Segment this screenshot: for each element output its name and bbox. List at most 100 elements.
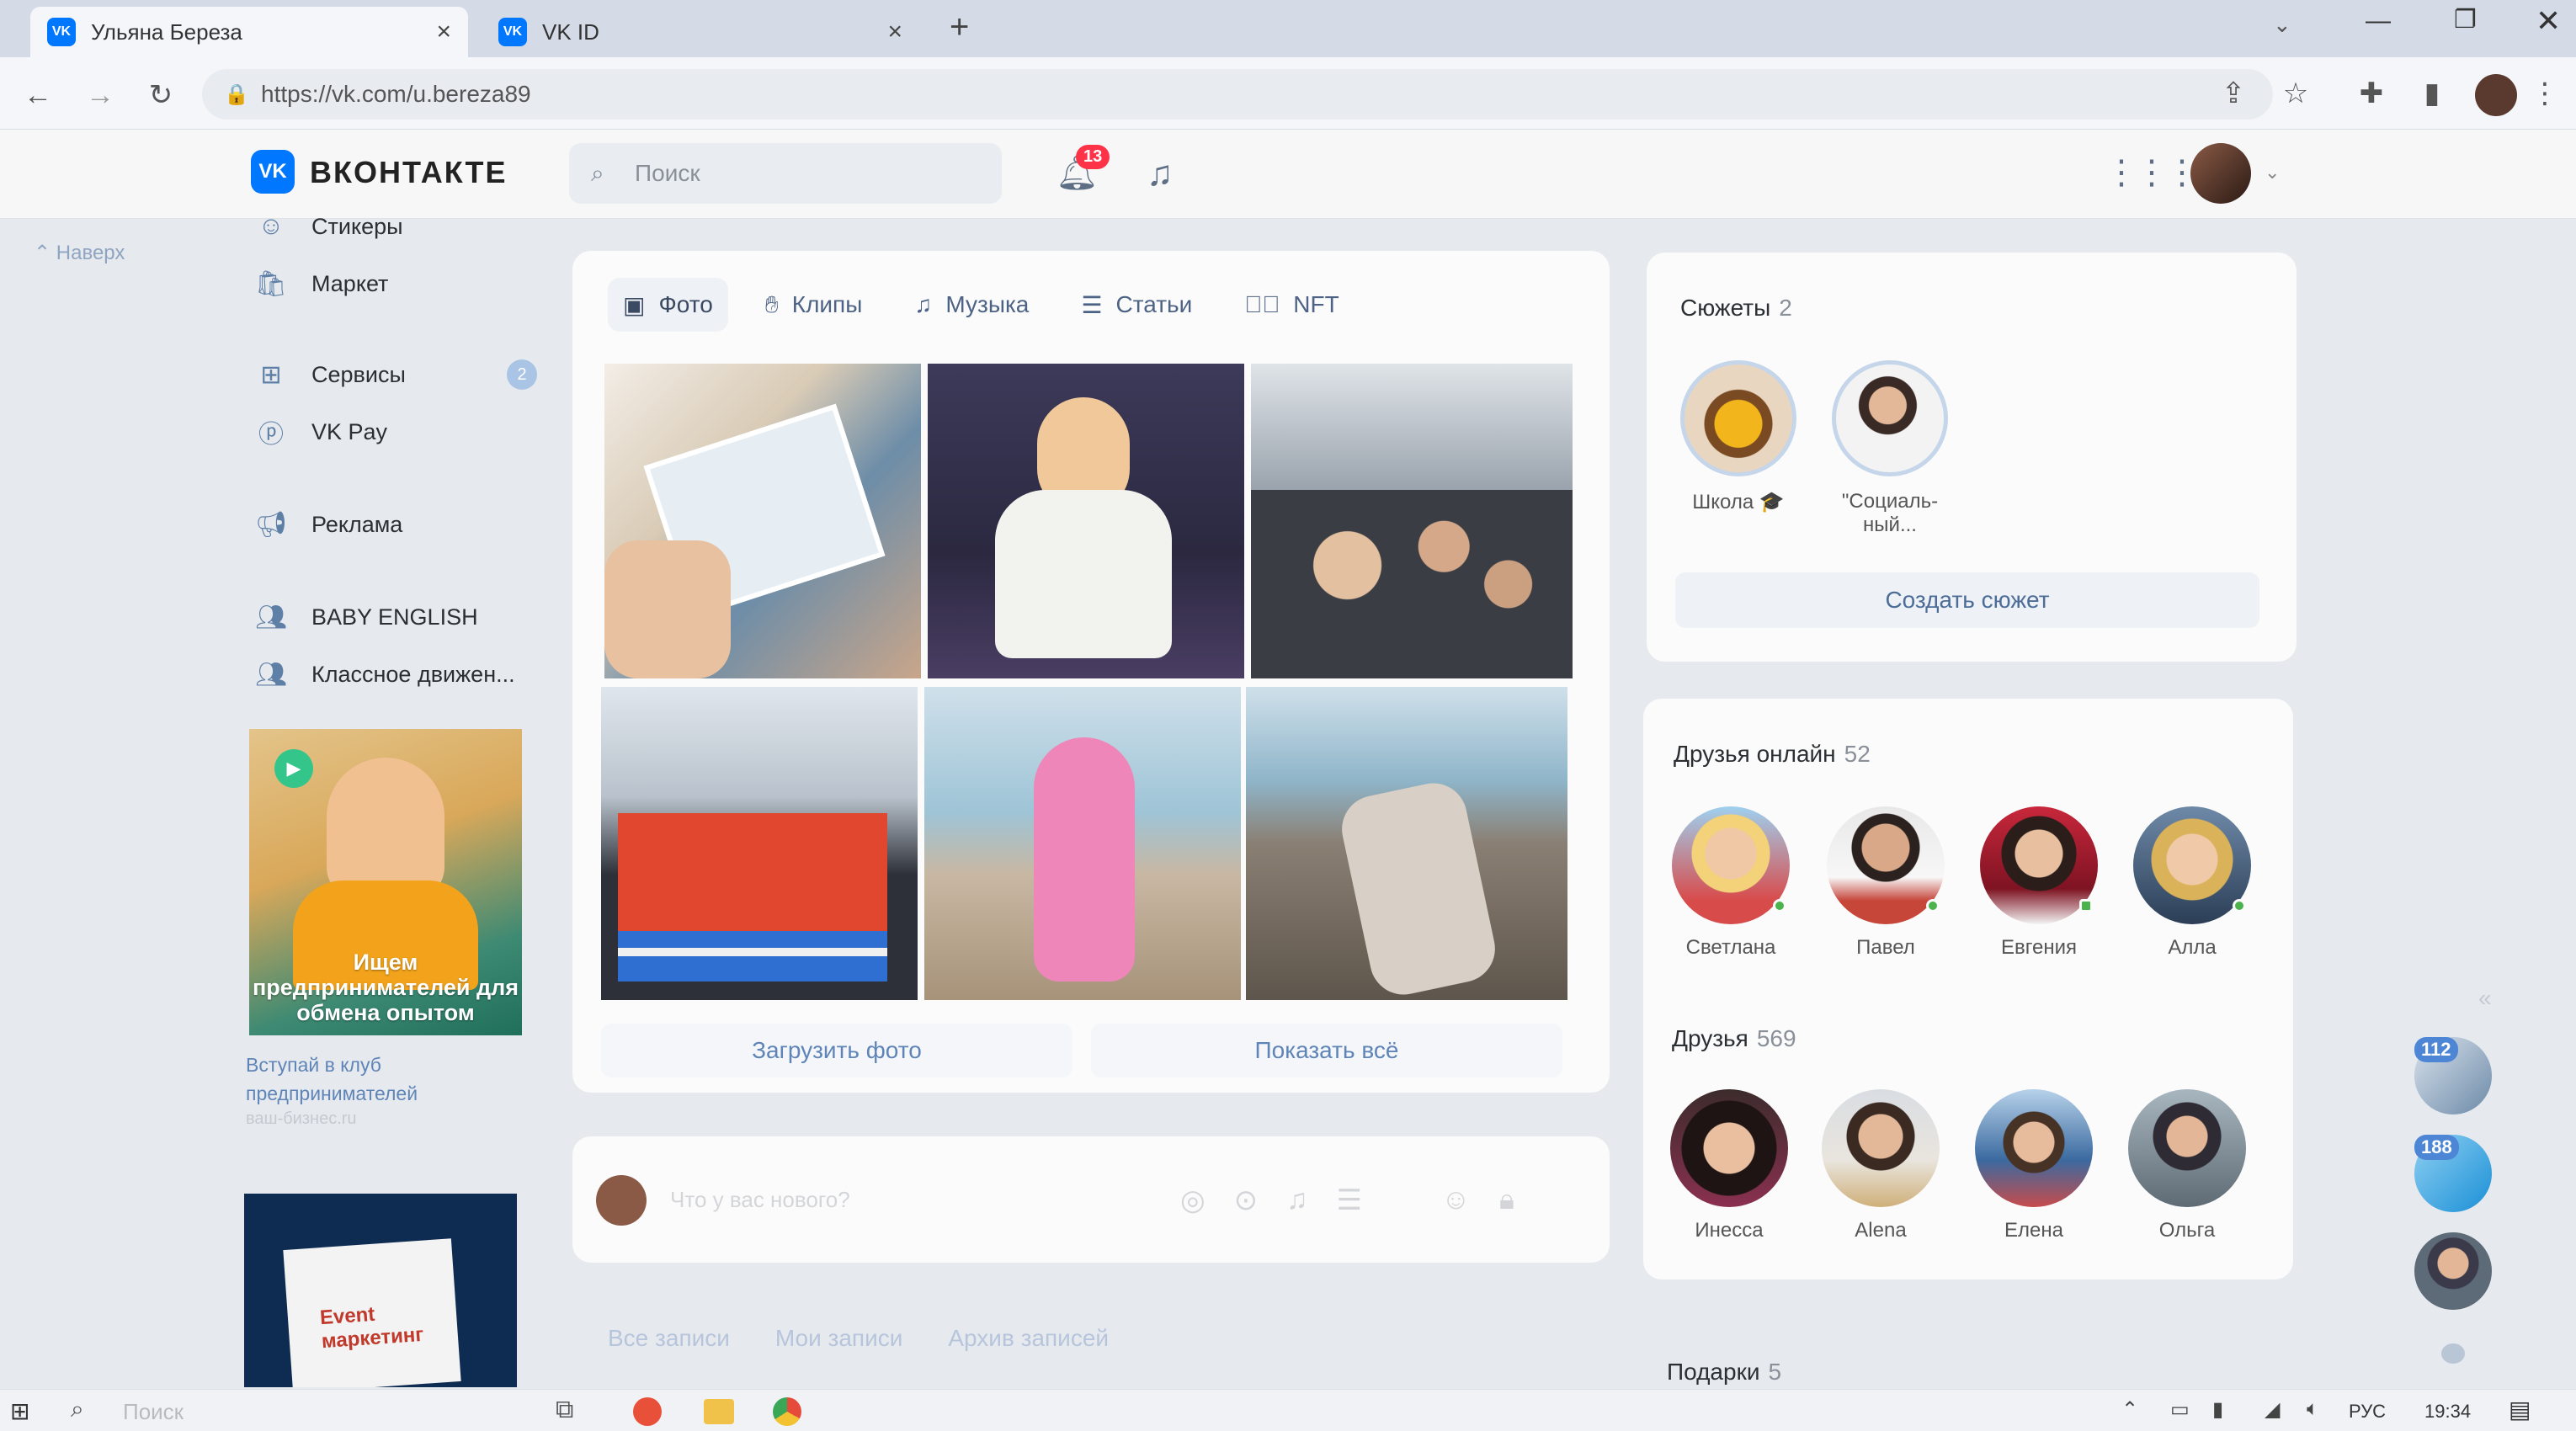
apps-grid-icon[interactable]: ⋮⋮⋮ bbox=[2105, 153, 2199, 192]
promo-domain[interactable]: ваш-бизнес.ru bbox=[246, 1109, 357, 1129]
friend-avatar[interactable] bbox=[1822, 1089, 1940, 1207]
wifi-icon[interactable]: ◢ bbox=[2265, 1397, 2280, 1422]
sidebar-item-klassnoe[interactable]: 👥︎ Классное движен... bbox=[253, 653, 556, 695]
share-icon[interactable]: ⇪ bbox=[2211, 71, 2256, 116]
search-input[interactable]: ⌕ Поиск bbox=[569, 143, 1002, 204]
yandex-browser-icon[interactable] bbox=[633, 1397, 662, 1426]
browser-tab-vkid[interactable]: VK VK ID × bbox=[482, 7, 919, 57]
sidebar-item-stickers[interactable]: ☺ Стикеры bbox=[253, 205, 556, 247]
battery-icon[interactable]: ▮ bbox=[2212, 1397, 2223, 1422]
friend-name[interactable]: Alena bbox=[1813, 1219, 1948, 1242]
photo-tabs: ▣ Фото ✋︎ Клипы ♫ Музыка ☰ Статьи ✓⃝ NFT bbox=[608, 278, 1355, 332]
chat-bubble[interactable] bbox=[2414, 1232, 2492, 1310]
music-icon[interactable]: ♫ bbox=[1286, 1184, 1308, 1217]
keyboard-language[interactable]: РУС bbox=[2349, 1401, 2386, 1423]
video-icon[interactable]: ⊙ bbox=[1234, 1184, 1259, 1217]
smile-icon[interactable]: ☺ bbox=[1441, 1184, 1471, 1217]
tab-archive[interactable]: Архив записей bbox=[948, 1325, 1109, 1352]
vk-logo-text[interactable]: ВКОНТАКТЕ bbox=[310, 155, 508, 190]
vk-logo-icon[interactable]: VK bbox=[251, 150, 295, 194]
friend-name[interactable]: Светлана bbox=[1663, 936, 1798, 960]
friends-online-title[interactable]: Друзья онлайн 52 bbox=[1674, 741, 1871, 768]
tab-clips[interactable]: ✋︎ Клипы bbox=[750, 278, 878, 332]
lock-icon[interactable]: 🔒︎ bbox=[1499, 1184, 1514, 1217]
friend-name[interactable]: Алла bbox=[2125, 936, 2259, 960]
close-tab-icon[interactable]: × bbox=[887, 18, 902, 46]
camera-icon[interactable]: ◎ bbox=[1180, 1184, 1206, 1217]
friend-avatar[interactable] bbox=[1975, 1089, 2093, 1207]
photo-tile-plane-group[interactable] bbox=[1251, 364, 1573, 678]
friend-name[interactable]: Евгения bbox=[1972, 936, 2106, 960]
profile-avatar[interactable] bbox=[2475, 74, 2517, 116]
article-icon[interactable]: ☰ bbox=[1337, 1184, 1362, 1217]
minimize-icon[interactable]: — bbox=[2366, 7, 2391, 35]
friends-online-count: 52 bbox=[1844, 741, 1871, 767]
new-tab-button[interactable]: + bbox=[950, 8, 969, 46]
browser-menu-icon[interactable]: ⋮ bbox=[2522, 71, 2568, 116]
notifications-center-icon[interactable]: ▤ bbox=[2509, 1396, 2531, 1423]
extensions-icon[interactable]: ✚ bbox=[2349, 71, 2394, 116]
bookmark-star-icon[interactable]: ☆ bbox=[2273, 71, 2318, 116]
task-view-icon[interactable]: ⧉ bbox=[556, 1396, 573, 1424]
maximize-icon[interactable]: ❐ bbox=[2454, 5, 2477, 35]
taskbar-search-icon[interactable]: ⌕ bbox=[71, 1396, 84, 1423]
reload-icon[interactable]: ↻ bbox=[138, 72, 184, 118]
tray-chevron-icon[interactable]: ⌃ bbox=[2121, 1397, 2138, 1422]
friend-name[interactable]: Елена bbox=[1967, 1219, 2101, 1242]
side-panel-icon[interactable]: ▮ bbox=[2409, 71, 2455, 116]
file-explorer-icon[interactable] bbox=[704, 1399, 734, 1424]
tab-all-posts[interactable]: Все записи bbox=[608, 1325, 730, 1352]
address-bar[interactable]: 🔒 https://vk.com/u.bereza89 bbox=[202, 69, 2273, 120]
clock[interactable]: 19:34 bbox=[2424, 1401, 2471, 1423]
upload-photo-button[interactable]: Загрузить фото bbox=[601, 1024, 1072, 1077]
photo-tile-child-beach[interactable] bbox=[924, 687, 1241, 1000]
tab-photos[interactable]: ▣ Фото bbox=[608, 278, 728, 332]
sidebar-item-market[interactable]: 🛍︎ Маркет bbox=[253, 263, 556, 305]
sidebar-item-services[interactable]: ⊞ Сервисы 2 bbox=[253, 354, 556, 396]
tab-my-posts[interactable]: Мои записи bbox=[775, 1325, 902, 1352]
show-all-button[interactable]: Показать всё bbox=[1091, 1024, 1562, 1077]
tab-music[interactable]: ♫ Музыка bbox=[899, 278, 1044, 332]
browser-tab-ulyana[interactable]: VK Ульяна Береза × bbox=[30, 7, 468, 57]
tab-articles[interactable]: ☰ Статьи bbox=[1066, 278, 1207, 332]
new-chat-icon[interactable] bbox=[2441, 1343, 2465, 1364]
story-avatar-school[interactable] bbox=[1680, 360, 1796, 476]
create-story-button[interactable]: Создать сюжет bbox=[1675, 572, 2259, 628]
photo-tile-flag-group[interactable] bbox=[601, 687, 918, 1000]
back-icon[interactable]: ← bbox=[15, 72, 61, 118]
friends-title[interactable]: Друзья 569 bbox=[1672, 1025, 1796, 1052]
user-avatar[interactable] bbox=[2190, 143, 2251, 204]
story-avatar-social[interactable] bbox=[1832, 360, 1948, 476]
friend-name[interactable]: Инесса bbox=[1662, 1219, 1796, 1242]
windows-start-icon[interactable]: ⊞ bbox=[10, 1397, 29, 1425]
composer-input[interactable]: Что у вас нового? bbox=[670, 1187, 850, 1213]
sidebar-item-vkpay[interactable]: ⓟ VK Pay bbox=[253, 411, 556, 453]
friend-name[interactable]: Ольга bbox=[2120, 1219, 2254, 1242]
close-tab-icon[interactable]: × bbox=[436, 18, 451, 46]
music-icon[interactable]: ♫ bbox=[1147, 153, 1174, 194]
photo-tile-postcard[interactable] bbox=[604, 364, 921, 678]
promo-banner-2[interactable]: Event маркетинг bbox=[244, 1194, 517, 1387]
chevron-down-icon[interactable]: ⌄ bbox=[2265, 162, 2280, 184]
forward-icon[interactable]: → bbox=[77, 72, 123, 118]
photo-tile-girl-seat[interactable] bbox=[928, 364, 1244, 678]
friend-avatar[interactable] bbox=[1670, 1089, 1788, 1207]
sidebar-item-ads[interactable]: 📢︎ Реклама bbox=[253, 503, 556, 545]
gifts-title[interactable]: Подарки 5 bbox=[1667, 1359, 1781, 1386]
collapse-chats-icon[interactable]: « bbox=[2478, 985, 2492, 1012]
friend-avatar[interactable] bbox=[1672, 806, 1790, 924]
photo-tile-rocks[interactable] bbox=[1246, 687, 1567, 1000]
taskbar-search-label[interactable]: Поиск bbox=[123, 1399, 184, 1425]
friend-name[interactable]: Павел bbox=[1818, 936, 1953, 960]
back-to-top-link[interactable]: ⌃ Наверх bbox=[34, 241, 125, 265]
volume-icon[interactable]: 🔈︎ bbox=[2307, 1397, 2318, 1421]
friend-avatar[interactable] bbox=[2128, 1089, 2246, 1207]
sidebar-item-baby-english[interactable]: 👥︎ BABY ENGLISH bbox=[253, 596, 556, 638]
tab-nft[interactable]: ✓⃝ NFT bbox=[1229, 278, 1354, 332]
promo-caption[interactable]: Вступай в клуб предпринимателей bbox=[246, 1051, 473, 1108]
close-window-icon[interactable]: ✕ bbox=[2536, 3, 2561, 39]
promo-banner[interactable]: ▶ Ищем предпринимателей для обмена опыто… bbox=[249, 729, 522, 1035]
chrome-icon[interactable] bbox=[773, 1397, 801, 1426]
tab-search-icon[interactable]: ⌄ bbox=[2273, 12, 2291, 38]
tray-device-icon[interactable]: ▭ bbox=[2170, 1397, 2190, 1422]
